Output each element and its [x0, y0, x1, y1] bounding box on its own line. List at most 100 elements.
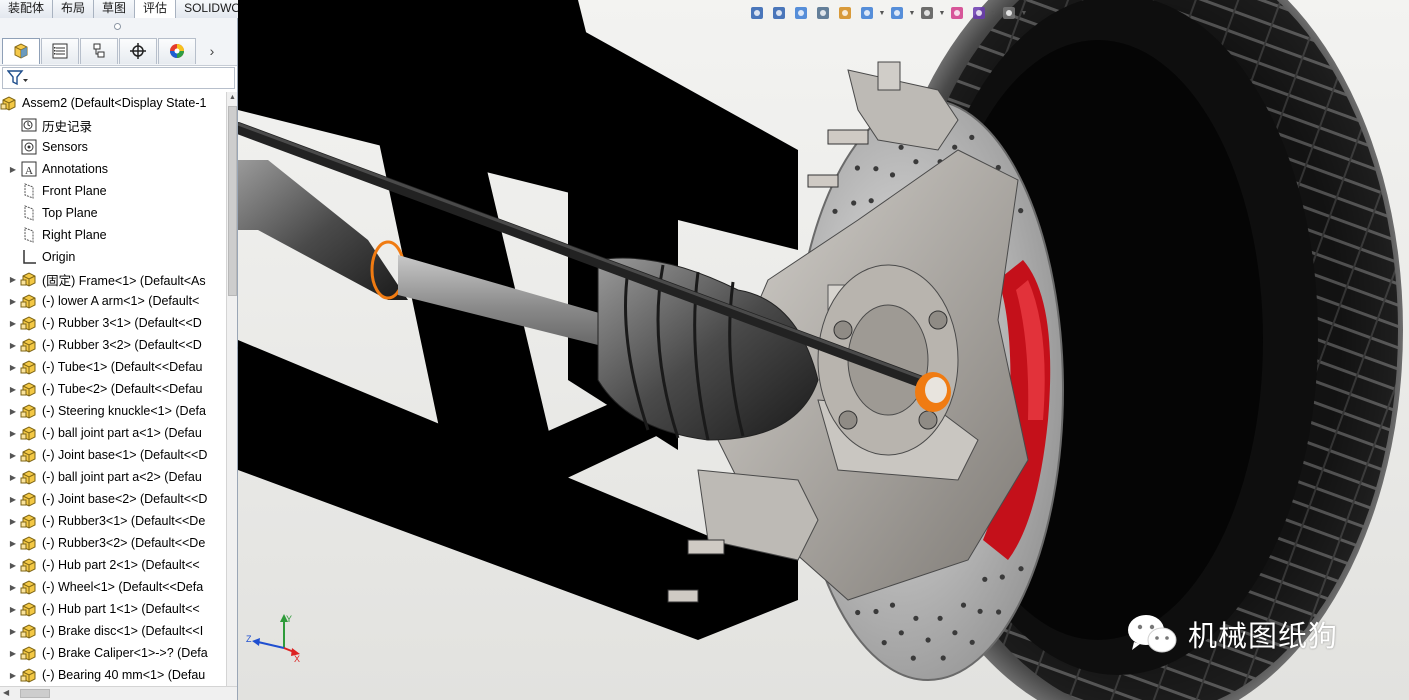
expand-arrow-icon[interactable]: ▶ — [6, 363, 20, 372]
tree-item-14[interactable]: ▶ (-) ball joint part a<1> (Defau — [0, 422, 226, 444]
tree-hscroll-thumb[interactable] — [20, 689, 50, 698]
previous-view-icon[interactable] — [790, 2, 812, 24]
tree-item-5[interactable]: Right Plane — [0, 224, 226, 246]
expand-arrow-icon[interactable]: ▶ — [6, 451, 20, 460]
tree-item-11[interactable]: ▶ (-) Tube<1> (Default<<Defau — [0, 356, 226, 378]
scroll-up-icon[interactable]: ▲ — [229, 94, 236, 101]
tree-item-21[interactable]: ▶ (-) Wheel<1> (Default<<Defa — [0, 576, 226, 598]
origin-icon — [20, 248, 38, 266]
chevron-down-icon[interactable]: ▼ — [878, 10, 886, 17]
tree-item-6[interactable]: Origin — [0, 246, 226, 268]
tab-property-manager[interactable] — [41, 37, 79, 64]
part-icon — [20, 468, 38, 486]
tab-display-manager[interactable] — [158, 37, 196, 64]
reference-triad[interactable]: Y Z X — [244, 612, 304, 667]
tab-3[interactable]: 评估 — [135, 0, 177, 18]
graphics-area[interactable]: ▼ ▼ ▼ ▼ ▼ Y Z X 机械图纸狗 — [238, 0, 1409, 700]
tree-item-4[interactable]: Top Plane — [0, 202, 226, 224]
edit-appearance-icon[interactable] — [946, 2, 968, 24]
tree-item-3[interactable]: Front Plane — [0, 180, 226, 202]
tab-dimxpert-manager[interactable] — [119, 37, 157, 64]
tree-item-2[interactable]: ▶ A Annotations — [0, 158, 226, 180]
dynamic-annotation-icon[interactable] — [834, 2, 856, 24]
expand-arrow-icon[interactable]: ▶ — [6, 165, 20, 174]
tree-item-25[interactable]: ▶ (-) Bearing 40 mm<1> (Defau — [0, 664, 226, 686]
disc-hole — [881, 640, 887, 646]
expand-arrow-icon[interactable]: ▶ — [6, 341, 20, 350]
tree-vertical-scrollbar[interactable]: ▲ — [226, 92, 237, 686]
tree-filter-field[interactable] — [2, 67, 235, 89]
expand-arrow-icon[interactable]: ▶ — [6, 473, 20, 482]
apply-scene-icon[interactable] — [968, 2, 990, 24]
tree-item-10[interactable]: ▶ (-) Rubber 3<2> (Default<<D — [0, 334, 226, 356]
chevron-down-icon[interactable]: ▼ — [938, 10, 946, 17]
disc-hole — [977, 608, 983, 614]
expand-arrow-icon[interactable]: ▶ — [6, 495, 20, 504]
assembly-3d-view[interactable] — [238, 0, 1409, 700]
expand-arrow-icon[interactable]: ▶ — [6, 539, 20, 548]
tab-feature-manager[interactable] — [2, 37, 40, 64]
zoom-to-fit-icon[interactable] — [746, 2, 768, 24]
tree-item-22[interactable]: ▶ (-) Hub part 1<1> (Default<< — [0, 598, 226, 620]
tree-item-0[interactable]: 历史记录 — [0, 114, 226, 136]
tab-configuration-manager[interactable] — [80, 37, 118, 64]
chevron-down-icon[interactable]: ▼ — [908, 10, 916, 17]
disc-hole — [889, 172, 896, 178]
expand-arrow-icon[interactable]: ▶ — [6, 649, 20, 658]
tree-item-1[interactable]: Sensors — [0, 136, 226, 158]
tree-horizontal-scrollbar[interactable]: ◀ — [0, 686, 237, 700]
expand-arrow-icon[interactable]: ▶ — [6, 385, 20, 394]
tree-item-18[interactable]: ▶ (-) Rubber3<1> (Default<<De — [0, 510, 226, 532]
tree-item-13[interactable]: ▶ (-) Steering knuckle<1> (Defa — [0, 400, 226, 422]
part-icon — [20, 556, 38, 574]
part-icon — [20, 446, 38, 464]
tree-item-9[interactable]: ▶ (-) Rubber 3<1> (Default<<D — [0, 312, 226, 334]
display-style-icon[interactable] — [886, 2, 908, 24]
disc-hole — [910, 655, 916, 661]
tree-item-8[interactable]: ▶ (-) lower A arm<1> (Default< — [0, 290, 226, 312]
hide-show-icon[interactable] — [916, 2, 938, 24]
expand-arrow-icon[interactable]: ▶ — [6, 429, 20, 438]
expand-arrow-icon[interactable]: ▶ — [6, 627, 20, 636]
disc-hole — [868, 198, 874, 204]
expand-arrow-icon[interactable]: ▶ — [6, 583, 20, 592]
tree-item-7[interactable]: ▶ (固定) Frame<1> (Default<As — [0, 268, 226, 290]
expand-arrow-icon[interactable]: ▶ — [6, 561, 20, 570]
tree-item-23[interactable]: ▶ (-) Brake disc<1> (Default<<I — [0, 620, 226, 642]
zoom-area-icon[interactable] — [768, 2, 790, 24]
tree-item-12[interactable]: ▶ (-) Tube<2> (Default<<Defau — [0, 378, 226, 400]
tab-0[interactable]: 装配体 — [0, 0, 54, 18]
tree-item-label: (-) Rubber 3<2> (Default<<D — [42, 338, 202, 352]
disc-hole — [873, 166, 879, 172]
chevron-right-icon[interactable]: › — [203, 43, 221, 59]
expand-arrow-icon[interactable]: ▶ — [6, 517, 20, 526]
plane-icon — [20, 204, 38, 222]
hub-part[interactable] — [817, 264, 959, 456]
expand-arrow-icon[interactable]: ▶ — [6, 297, 20, 306]
tree-item-24[interactable]: ▶ (-) Brake Caliper<1>->? (Defa — [0, 642, 226, 664]
expand-arrow-icon[interactable]: ▶ — [6, 605, 20, 614]
chevron-down-icon[interactable]: ▼ — [1020, 10, 1028, 17]
tab-2[interactable]: 草图 — [94, 0, 136, 18]
tree-item-17[interactable]: ▶ (-) Joint base<2> (Default<<D — [0, 488, 226, 510]
section-view-icon[interactable] — [812, 2, 834, 24]
scroll-left-icon[interactable]: ◀ — [3, 688, 9, 697]
expand-arrow-icon[interactable]: ▶ — [6, 407, 20, 416]
tree-root[interactable]: Assem2 (Default<Display State-1 — [0, 92, 226, 114]
expand-arrow-icon[interactable]: ▶ — [6, 671, 20, 680]
chevron-down-icon[interactable]: ▼ — [990, 10, 998, 17]
tree-item-20[interactable]: ▶ (-) Hub part 2<1> (Default<< — [0, 554, 226, 576]
disc-hole — [854, 165, 861, 171]
tab-1[interactable]: 布局 — [53, 0, 95, 18]
expand-arrow-icon[interactable]: ▶ — [6, 275, 20, 284]
view-settings-icon[interactable] — [998, 2, 1020, 24]
triad-y-label: Y — [286, 614, 292, 624]
tree-scroll-thumb[interactable] — [228, 106, 237, 296]
ball-joint[interactable] — [915, 372, 951, 412]
view-orientation-icon[interactable] — [856, 2, 878, 24]
tree-item-16[interactable]: ▶ (-) ball joint part a<2> (Defau — [0, 466, 226, 488]
panel-split-handle[interactable] — [114, 23, 121, 30]
tree-item-15[interactable]: ▶ (-) Joint base<1> (Default<<D — [0, 444, 226, 466]
tree-item-19[interactable]: ▶ (-) Rubber3<2> (Default<<De — [0, 532, 226, 554]
expand-arrow-icon[interactable]: ▶ — [6, 319, 20, 328]
